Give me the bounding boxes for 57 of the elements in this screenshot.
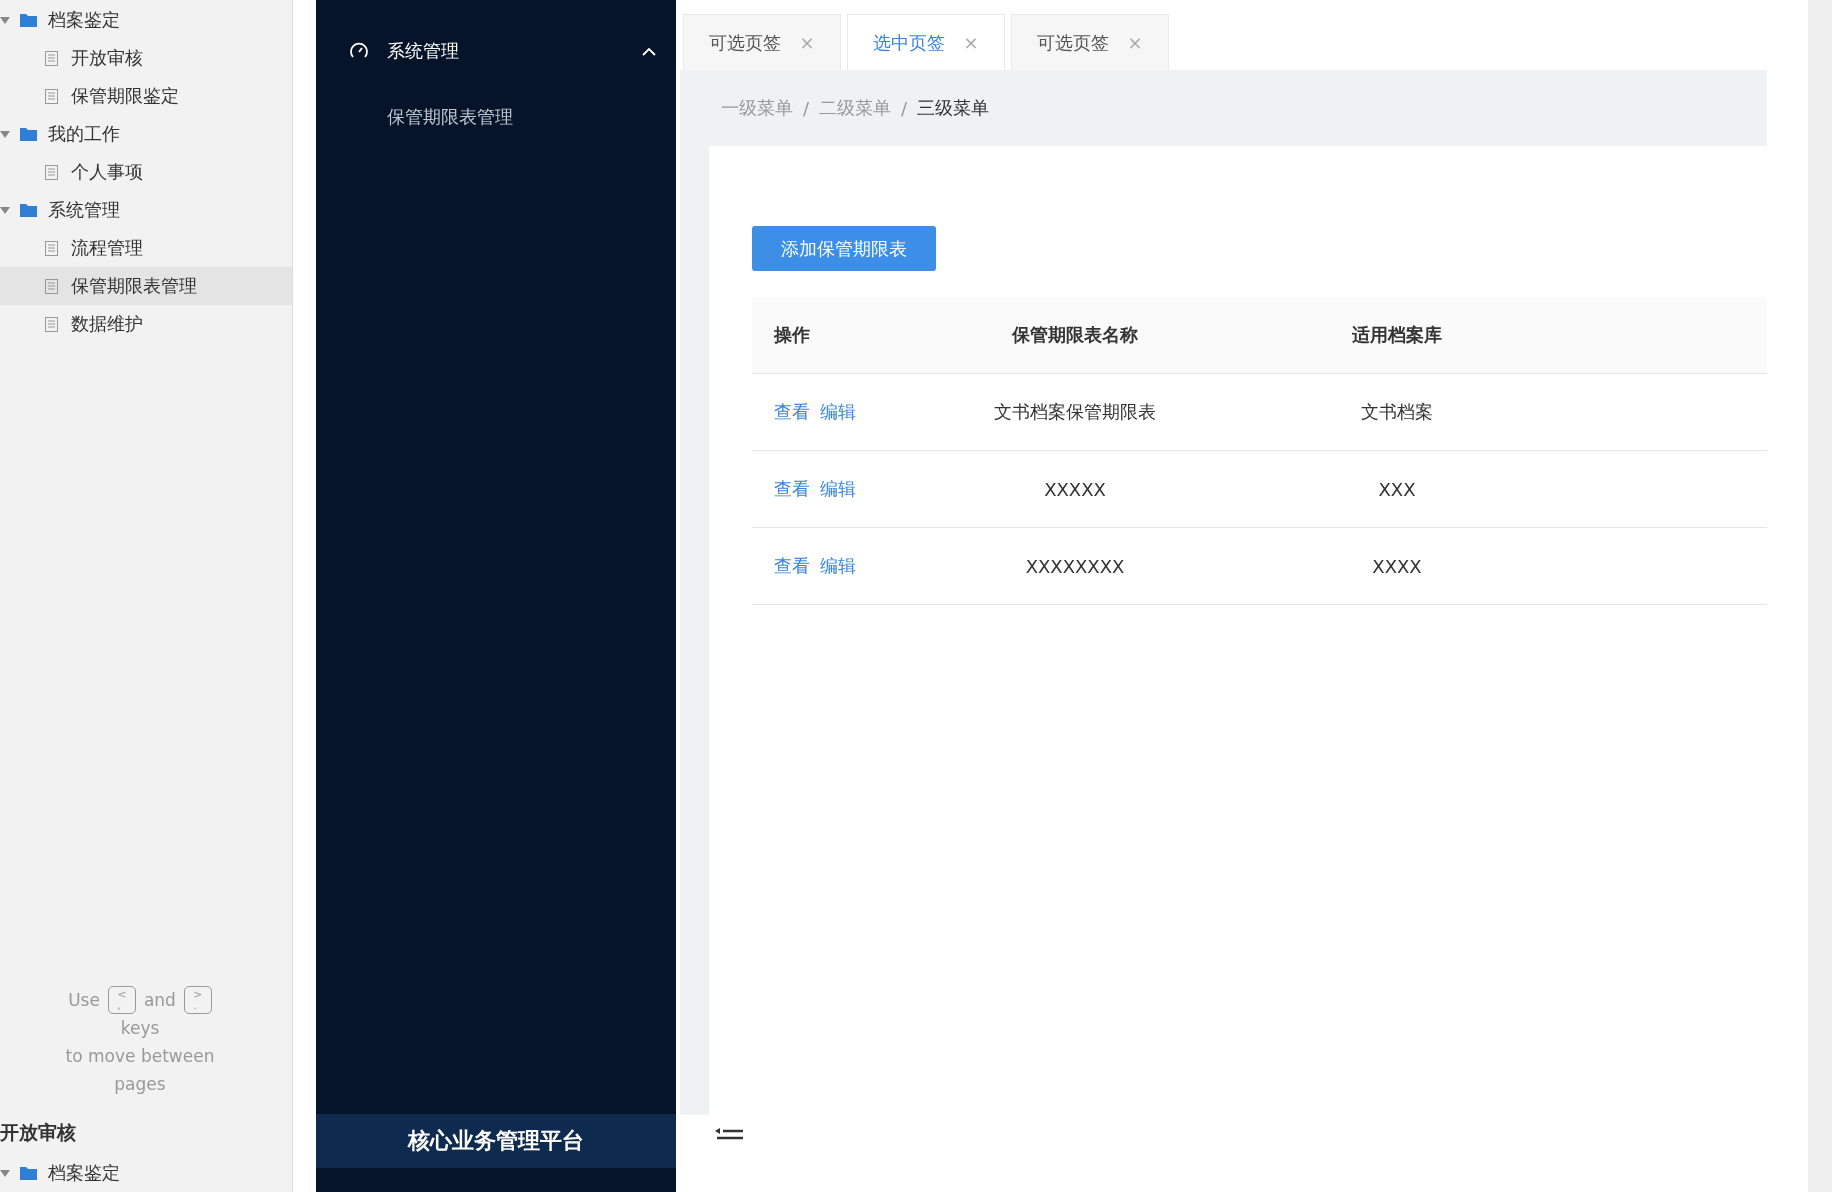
document-icon	[45, 88, 58, 104]
tree-folder-row[interactable]: 系统管理	[0, 191, 292, 229]
tab[interactable]: 可选页签 ×	[1011, 14, 1169, 70]
tree-item[interactable]: 流程管理	[0, 229, 292, 267]
document-icon	[45, 164, 58, 180]
tree-item[interactable]: 开放审核	[0, 39, 292, 77]
table-cell: XXXXXXXX	[940, 527, 1210, 605]
tree-folder-row[interactable]: 我的工作	[0, 115, 292, 153]
document-icon	[45, 240, 58, 256]
breadcrumb-separator: /	[901, 97, 908, 119]
key-cap: > .	[183, 986, 212, 1014]
expand-triangle-icon[interactable]	[0, 16, 10, 24]
hint-text: and	[143, 989, 176, 1012]
document-icon	[45, 50, 58, 66]
tree-folder-row[interactable]: 档案鉴定	[0, 1, 292, 39]
expand-triangle-icon[interactable]	[0, 1169, 10, 1177]
action-link[interactable]: 查看	[774, 478, 810, 499]
hint-text: Use	[68, 989, 100, 1012]
folder-icon	[20, 13, 37, 27]
expand-triangle-icon[interactable]	[0, 130, 10, 138]
tree-item[interactable]: 保管期限鉴定	[0, 77, 292, 115]
document-icon	[45, 316, 58, 332]
tree-item[interactable]: 个人事项	[0, 153, 292, 191]
key-cap: < ,	[107, 986, 136, 1014]
hint-text: to move between	[65, 1045, 215, 1068]
action-link[interactable]: 编辑	[820, 401, 856, 422]
hint-text: keys	[120, 1017, 160, 1040]
column-header: 保管期限表名称	[940, 297, 1210, 374]
platform-title: 核心业务管理平台	[316, 1114, 676, 1168]
action-link[interactable]: 编辑	[820, 478, 856, 499]
tree-folder-row[interactable]: 档案鉴定	[0, 1154, 292, 1192]
table-cell: 文书档案	[1210, 373, 1584, 451]
hint-text: pages	[114, 1073, 166, 1096]
tab[interactable]: 可选页签 ×	[683, 14, 841, 70]
action-link[interactable]: 查看	[774, 555, 810, 576]
breadcrumb-separator: /	[803, 97, 810, 119]
document-icon	[45, 278, 58, 294]
folder-icon	[20, 1166, 37, 1180]
column-header: 适用档案库	[1210, 297, 1584, 374]
tree-item[interactable]: 保管期限表管理	[0, 267, 292, 305]
chevron-icon	[642, 46, 656, 56]
tab[interactable]: 选中页签 ×	[847, 14, 1005, 70]
page-title: 开放审核	[0, 1120, 77, 1145]
expand-triangle-icon[interactable]	[0, 206, 10, 214]
menu-item[interactable]: 保管期限表管理	[316, 92, 676, 142]
table-cell: XXXX	[1210, 527, 1584, 605]
column-header: 操作	[752, 297, 940, 374]
table-cell: 文书档案保管期限表	[940, 373, 1210, 451]
menu-group[interactable]: 系统管理	[316, 26, 676, 76]
table-cell: XXXXX	[940, 450, 1210, 528]
action-link[interactable]: 查看	[774, 401, 810, 422]
tree-item[interactable]: 数据维护	[0, 305, 292, 343]
breadcrumb-link[interactable]: 三级菜单	[917, 96, 990, 120]
folder-icon	[20, 203, 37, 217]
table-cell: XXX	[1210, 450, 1584, 528]
action-link[interactable]: 编辑	[820, 555, 856, 576]
folder-icon	[20, 127, 37, 141]
